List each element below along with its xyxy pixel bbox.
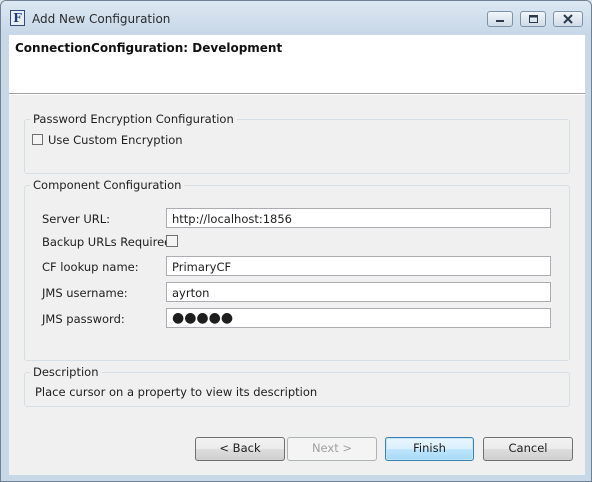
cf-lookup-name-field[interactable]: PrimaryCF [166, 256, 551, 276]
page-title: ConnectionConfiguration: Development [15, 41, 283, 55]
description-text: Place cursor on a property to view its d… [35, 385, 318, 399]
minimize-icon [496, 20, 504, 22]
component-group-legend: Component Configuration [30, 178, 185, 192]
cf-lookup-name-label: CF lookup name: [42, 260, 139, 274]
jms-username-field[interactable]: ayrton [166, 282, 551, 302]
wizard-content: Password Encryption Configuration Use Cu… [9, 95, 585, 475]
wizard-header: ConnectionConfiguration: Development [9, 35, 585, 93]
use-custom-encryption-checkbox[interactable] [32, 134, 43, 145]
jms-username-label: JMS username: [42, 286, 128, 300]
server-url-field[interactable]: http://localhost:1856 [166, 208, 551, 228]
next-button[interactable]: Next > [287, 437, 377, 461]
minimize-button[interactable] [487, 11, 513, 27]
close-icon [563, 14, 573, 24]
maximize-icon [529, 15, 538, 23]
close-button[interactable] [553, 11, 583, 27]
jms-password-label: JMS password: [42, 312, 125, 326]
description-group-legend: Description [30, 365, 102, 379]
back-button[interactable]: < Back [195, 437, 285, 461]
use-custom-encryption-label: Use Custom Encryption [48, 133, 183, 147]
encryption-group-legend: Password Encryption Configuration [30, 112, 237, 126]
app-icon: F [10, 10, 25, 26]
title-bar[interactable]: F Add New Configuration [1, 1, 591, 35]
maximize-button[interactable] [520, 11, 546, 27]
server-url-label: Server URL: [42, 212, 111, 226]
cancel-button[interactable]: Cancel [483, 437, 573, 461]
description-group: Description Place cursor on a property t… [24, 365, 570, 407]
backup-urls-label: Backup URLs Required [42, 235, 172, 249]
jms-password-field[interactable]: ●●●●● [166, 308, 551, 328]
finish-button[interactable]: Finish [385, 437, 474, 461]
encryption-group: Password Encryption Configuration Use Cu… [24, 112, 570, 174]
backup-urls-checkbox[interactable] [166, 235, 178, 247]
window-title: Add New Configuration [32, 12, 171, 26]
dialog-window: F Add New Configuration ConnectionConfig… [0, 0, 592, 482]
